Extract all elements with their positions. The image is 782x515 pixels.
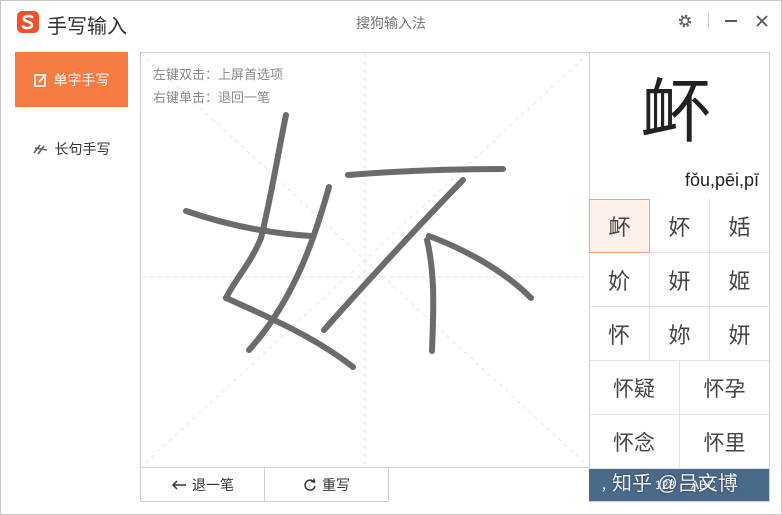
undo-stroke-button[interactable]: 退一笔 (140, 467, 265, 502)
candidate-word[interactable]: 怀孕 (680, 361, 769, 415)
candidate-char[interactable]: 姬 (710, 253, 769, 307)
sidebar-item-label: 长句手写 (54, 140, 111, 157)
candidate-char[interactable]: 姡 (710, 199, 769, 253)
minimize-button[interactable] (721, 11, 741, 31)
titlebar-separator (708, 13, 709, 29)
settings-button[interactable] (675, 11, 695, 31)
candidate-word[interactable]: 怀疑 (589, 361, 680, 415)
sidebar-item-label: 单字手写 (53, 71, 110, 88)
refresh-icon (303, 478, 317, 492)
candidate-word[interactable]: 怀念 (589, 415, 680, 469)
handwriting-strokes (183, 112, 534, 370)
candidate-char[interactable]: 妚 (650, 199, 710, 253)
sidebar-item-single-char[interactable]: 单字手写 (15, 52, 128, 107)
sidebar-item-sentence[interactable]: 长句手写 (15, 121, 128, 176)
handwriting-canvas[interactable]: 左键双击：上屏首选项 右键单击：退回一笔 (140, 52, 590, 468)
arrow-left-icon (171, 479, 187, 490)
single-char-icon (33, 73, 48, 87)
handwriting-window: 手写输入 搜狗输入法 单字手写 长句手写 左键双击：上屏首选项 右键单击：退回一… (0, 0, 782, 515)
sentence-icon (32, 142, 49, 156)
candidate-word[interactable]: 怀里 (680, 415, 769, 469)
candidate-char[interactable]: 妎 (589, 253, 650, 307)
candidate-panel: 衃 fǒu,pēi,pī 衃 妚 姡 妎 妍 姬 怀 妳 妍 怀疑 怀孕 怀念 … (589, 52, 770, 502)
watermark-text: 知乎 @吕文博 (612, 473, 738, 495)
undo-stroke-label: 退一笔 (192, 476, 234, 493)
close-button[interactable] (752, 11, 772, 31)
candidate-char[interactable]: 妳 (650, 307, 710, 361)
close-icon (756, 15, 768, 27)
candidate-char[interactable]: 妍 (710, 307, 769, 361)
window-title: 搜狗输入法 (356, 15, 426, 31)
candidate-char[interactable]: 怀 (589, 307, 650, 361)
gear-icon (678, 14, 692, 28)
preview-character: 衃 (641, 73, 711, 151)
rewrite-button[interactable]: 重写 (264, 467, 389, 502)
pinyin-reading: fǒu,pēi,pī (684, 170, 759, 190)
title-bar: 手写输入 搜狗输入法 (1, 1, 781, 41)
candidate-char[interactable]: 衃 (589, 199, 650, 253)
minimize-icon (725, 20, 737, 22)
candidate-char[interactable]: 妍 (650, 253, 710, 307)
rewrite-label: 重写 (322, 476, 350, 493)
